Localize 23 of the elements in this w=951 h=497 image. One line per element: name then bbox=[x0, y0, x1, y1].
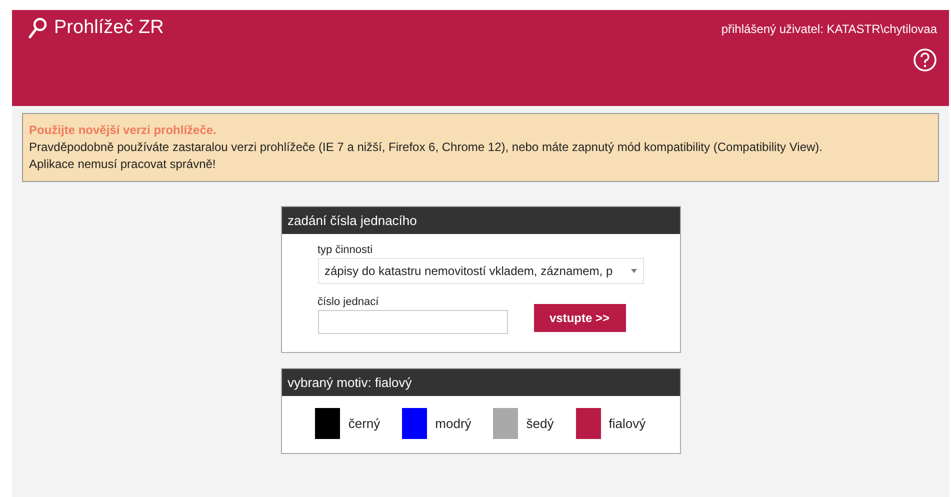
caret-icon bbox=[630, 269, 636, 273]
number-field[interactable] bbox=[318, 310, 508, 334]
search-icon bbox=[28, 17, 48, 39]
logged-user: přihlášený uživatel: KATASTR\chytilovaa bbox=[721, 22, 937, 36]
field-label: typ činnosti bbox=[318, 244, 374, 256]
theme-label[interactable]: šedý bbox=[526, 416, 554, 431]
theme-label[interactable]: modrý bbox=[435, 416, 472, 431]
color-swatch[interactable] bbox=[493, 408, 518, 439]
warning-title: Použijte novější verzi prohlížeče. bbox=[29, 122, 218, 139]
help-icon[interactable] bbox=[913, 48, 937, 72]
color-swatch[interactable] bbox=[315, 408, 340, 439]
color-swatch[interactable] bbox=[402, 408, 428, 439]
warning-text: Aplikace nemusí pracovat správně! bbox=[29, 156, 217, 173]
warning-text: Pravděpodobně používáte zastaralou verzi prohlížeče (IE 7 a nižší, Firefox 6, Chrome 12), nebo máte zapnutý mód kompatibility (Compatibility View). bbox=[29, 139, 824, 156]
theme-label[interactable]: fialový bbox=[608, 416, 646, 431]
panel-title: zadání čísla jednacího bbox=[282, 207, 680, 234]
app-title: Prohlížeč ZR bbox=[54, 17, 164, 39]
color-swatch[interactable] bbox=[576, 408, 601, 439]
submit-button[interactable]: vstupte >> bbox=[534, 304, 626, 332]
panel-title: vybraný motiv: fialový bbox=[282, 369, 680, 396]
theme-label[interactable]: černý bbox=[348, 416, 380, 431]
field-label: číslo jednací bbox=[318, 296, 380, 308]
activity-dropdown[interactable]: zápisy do katastru nemovitostí vkladem, záznamem, p bbox=[318, 258, 644, 284]
